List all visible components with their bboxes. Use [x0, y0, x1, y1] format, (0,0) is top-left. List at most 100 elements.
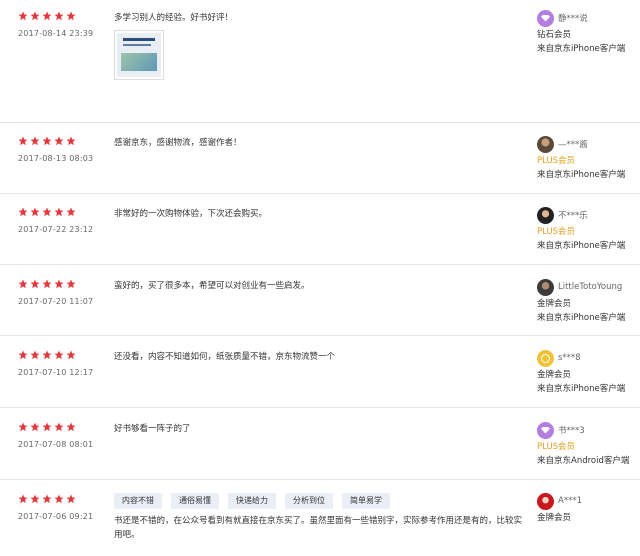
- star-icon: [42, 494, 52, 504]
- star-icon: [30, 350, 40, 360]
- reviewer-info: A***1 金牌会员: [537, 492, 637, 525]
- star-icon: [30, 136, 40, 146]
- star-icon: [54, 136, 64, 146]
- star-icon: [54, 207, 64, 217]
- client-source: 来自京东iPhone客户端: [537, 44, 626, 54]
- book-cover-image: [117, 33, 161, 77]
- reviewer-name[interactable]: 书***3: [558, 424, 585, 436]
- client-source: 来自京东iPhone客户端: [537, 241, 626, 251]
- star-icon: [66, 279, 76, 289]
- star-icon: [54, 422, 64, 432]
- star-icon: [30, 11, 40, 21]
- client-source: 来自京东Android客户端: [537, 456, 630, 466]
- reviewer-name[interactable]: LittleTotoYoung: [558, 282, 622, 292]
- reviewer-name[interactable]: —***酱: [558, 138, 588, 150]
- review-item: 2017-07-22 23:12 非常好的一次购物体验，下次还会购买。 不***…: [0, 194, 640, 265]
- review-date: 2017-07-20 11:07: [18, 297, 94, 306]
- star-rating: [18, 11, 76, 21]
- member-level: 钻石会员: [537, 30, 572, 40]
- star-rating: [18, 422, 76, 432]
- review-text: 感谢京东，感谢物流，感谢作者！: [114, 138, 242, 148]
- review-date: 2017-07-06 09:21: [18, 512, 94, 521]
- review-item: 2017-08-14 23:39 多学习别人的经验。好书好评！ 静***说 钻石…: [0, 0, 640, 123]
- star-rating: [18, 136, 76, 146]
- reviewer-info: LittleTotoYoung 金牌会员 来自京东iPhone客户端: [537, 278, 637, 325]
- avatar: [537, 135, 554, 153]
- star-icon: [30, 422, 40, 432]
- star-icon: [18, 422, 28, 432]
- member-level: PLUS会员: [537, 156, 576, 166]
- star-icon: [42, 136, 52, 146]
- review-item: 2017-07-10 12:17 还没看，内容不知道如何，纸张质量不错，京东物流…: [0, 336, 640, 408]
- review-date: 2017-07-22 23:12: [18, 225, 94, 234]
- reviewer-info: 书***3 PLUS会员 来自京东Android客户端: [537, 421, 637, 468]
- review-tag[interactable]: 内容不错: [114, 493, 162, 509]
- member-level: 金牌会员: [537, 299, 572, 309]
- star-icon: [18, 11, 28, 21]
- client-source: 来自京东iPhone客户端: [537, 170, 626, 180]
- review-date: 2017-08-14 23:39: [18, 29, 94, 38]
- review-date: 2017-07-08 08:01: [18, 440, 94, 449]
- client-source: 来自京东iPhone客户端: [537, 313, 626, 323]
- review-text: 还没看，内容不知道如何，纸张质量不错，京东物流赞一个: [114, 352, 336, 362]
- review-text: 蛮好的，买了很多本，希望可以对创业有一些启发。: [114, 281, 310, 291]
- star-icon: [66, 11, 76, 21]
- star-icon: [42, 279, 52, 289]
- star-icon: [66, 422, 76, 432]
- member-level: PLUS会员: [537, 442, 576, 452]
- star-icon: [18, 494, 28, 504]
- reviewer-name[interactable]: s***8: [558, 353, 581, 363]
- review-text: 多学习别人的经验。好书好评！: [114, 13, 234, 23]
- star-icon: [30, 207, 40, 217]
- review-item: 2017-07-08 08:01 好书够看一阵子的了 书***3 PLUS会员 …: [0, 408, 640, 480]
- review-tag[interactable]: 快递给力: [228, 493, 276, 509]
- review-item: 2017-07-06 09:21 内容不错 通俗易懂 快递给力 分析到位 简单易…: [0, 480, 640, 556]
- star-icon: [18, 350, 28, 360]
- review-tags: 内容不错 通俗易懂 快递给力 分析到位 简单易学: [114, 493, 526, 509]
- avatar: [537, 206, 554, 224]
- reviewer-info: —***酱 PLUS会员 来自京东iPhone客户端: [537, 135, 637, 182]
- review-date: 2017-07-10 12:17: [18, 368, 94, 377]
- star-icon: [18, 136, 28, 146]
- star-icon: [18, 279, 28, 289]
- member-level: 金牌会员: [537, 513, 572, 523]
- review-tag[interactable]: 分析到位: [285, 493, 333, 509]
- review-image-thumbnail[interactable]: [114, 30, 164, 80]
- review-text: 好书够看一阵子的了: [114, 424, 191, 434]
- star-icon: [42, 207, 52, 217]
- member-level: PLUS会员: [537, 227, 576, 237]
- star-icon: [30, 279, 40, 289]
- avatar: [537, 278, 554, 296]
- reviewer-name[interactable]: 不***乐: [558, 209, 588, 221]
- reviewer-name[interactable]: A***1: [558, 496, 582, 506]
- gold-coin-icon: [537, 349, 554, 367]
- reviewer-info: 静***说 钻石会员 来自京东iPhone客户端: [537, 9, 637, 56]
- star-icon: [42, 11, 52, 21]
- review-tag[interactable]: 通俗易懂: [171, 493, 219, 509]
- star-icon: [54, 350, 64, 360]
- review-item: 2017-08-13 08:03 感谢京东，感谢物流，感谢作者！ —***酱 P…: [0, 123, 640, 194]
- star-rating: [18, 207, 76, 217]
- star-icon: [66, 350, 76, 360]
- review-text: 非常好的一次购物体验，下次还会购买。: [114, 209, 268, 219]
- star-icon: [30, 494, 40, 504]
- avatar: [537, 492, 554, 510]
- client-source: 来自京东iPhone客户端: [537, 384, 626, 394]
- star-icon: [54, 279, 64, 289]
- star-icon: [18, 207, 28, 217]
- star-rating: [18, 279, 76, 289]
- star-icon: [42, 350, 52, 360]
- star-rating: [18, 350, 76, 360]
- reviewer-info: s***8 金牌会员 来自京东iPhone客户端: [537, 349, 637, 396]
- diamond-icon: [537, 9, 554, 27]
- star-rating: [18, 494, 76, 504]
- reviewer-name[interactable]: 静***说: [558, 12, 588, 24]
- star-icon: [42, 422, 52, 432]
- review-text: 书还是不错的，在公众号看到有就直接在京东买了。虽然里面有一些错别字，实际参考作用…: [114, 516, 523, 540]
- star-icon: [54, 494, 64, 504]
- star-icon: [66, 207, 76, 217]
- star-icon: [66, 494, 76, 504]
- member-level: 金牌会员: [537, 370, 572, 380]
- review-tag[interactable]: 简单易学: [342, 493, 390, 509]
- review-item: 2017-07-20 11:07 蛮好的，买了很多本，希望可以对创业有一些启发。…: [0, 265, 640, 336]
